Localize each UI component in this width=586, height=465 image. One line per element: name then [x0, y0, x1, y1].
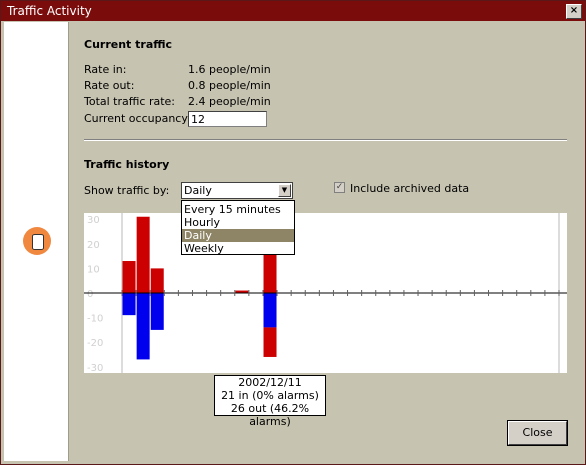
y-tick-label: 20: [87, 240, 100, 251]
close-button[interactable]: Close: [507, 420, 568, 446]
y-tick-label: 0: [87, 289, 93, 300]
rate-in-value: 1.6 people/min: [188, 63, 271, 76]
option-weekly[interactable]: Weekly: [182, 242, 294, 255]
tooltip-out: 26 out (46.2% alarms): [230, 402, 310, 428]
tooltip-in: 21 in (0% alarms): [221, 389, 319, 402]
show-traffic-dropdown: Every 15 minutes Hourly Daily Weekly: [181, 200, 295, 255]
option-daily[interactable]: Daily: [182, 229, 294, 242]
bar-out: [263, 293, 277, 328]
traffic-activity-window: Traffic Activity × Current traffic Rate …: [0, 0, 586, 465]
bar-in: [150, 268, 164, 293]
bar-out: [136, 293, 150, 360]
select-value: Daily: [184, 184, 212, 197]
rate-out-value: 0.8 people/min: [188, 79, 271, 92]
show-traffic-select[interactable]: Daily ▼: [181, 182, 293, 199]
check-icon: ✓: [335, 182, 344, 192]
close-icon[interactable]: ×: [566, 4, 582, 19]
bar-out: [150, 293, 164, 330]
total-rate-value: 2.4 people/min: [188, 95, 271, 108]
bar-in: [136, 216, 150, 293]
traffic-chart: 30 20 10 0 -10 -20 -30: [84, 213, 567, 374]
bar-out-alarm: [263, 327, 277, 357]
bar-out: [122, 293, 136, 316]
y-tick-label: 30: [87, 215, 100, 226]
option-hourly[interactable]: Hourly: [182, 216, 294, 229]
database-icon: [23, 227, 51, 255]
left-panel: [4, 22, 69, 461]
window-title: Traffic Activity: [7, 4, 92, 18]
y-tick-label: -10: [87, 314, 103, 325]
chart-tooltip: 2002/12/11 21 in (0% alarms) 26 out (46.…: [214, 375, 326, 428]
rate-in-label: Rate in:: [84, 63, 127, 76]
traffic-history-heading: Traffic history: [84, 158, 170, 171]
occupancy-label: Current occupancy:: [84, 112, 191, 125]
current-traffic-heading: Current traffic: [84, 38, 173, 51]
option-every-15-minutes[interactable]: Every 15 minutes: [182, 203, 294, 216]
chevron-down-icon[interactable]: ▼: [278, 184, 291, 197]
traffic-chart-svg: 30 20 10 0 -10 -20 -30: [84, 213, 567, 374]
title-bar: Traffic Activity ×: [1, 1, 585, 21]
include-archived-checkbox[interactable]: ✓: [334, 182, 345, 193]
bar-in: [122, 261, 136, 293]
y-tick-label: -30: [87, 363, 103, 373]
include-archived-label: Include archived data: [350, 182, 470, 195]
y-tick-label: -20: [87, 338, 103, 349]
section-divider: [84, 139, 567, 141]
occupancy-field[interactable]: 12: [188, 111, 267, 127]
tooltip-date: 2002/12/11: [238, 376, 302, 389]
total-rate-label: Total traffic rate:: [84, 95, 175, 108]
rate-out-label: Rate out:: [84, 79, 135, 92]
show-traffic-label: Show traffic by:: [84, 184, 170, 197]
y-tick-label: 10: [87, 264, 100, 275]
